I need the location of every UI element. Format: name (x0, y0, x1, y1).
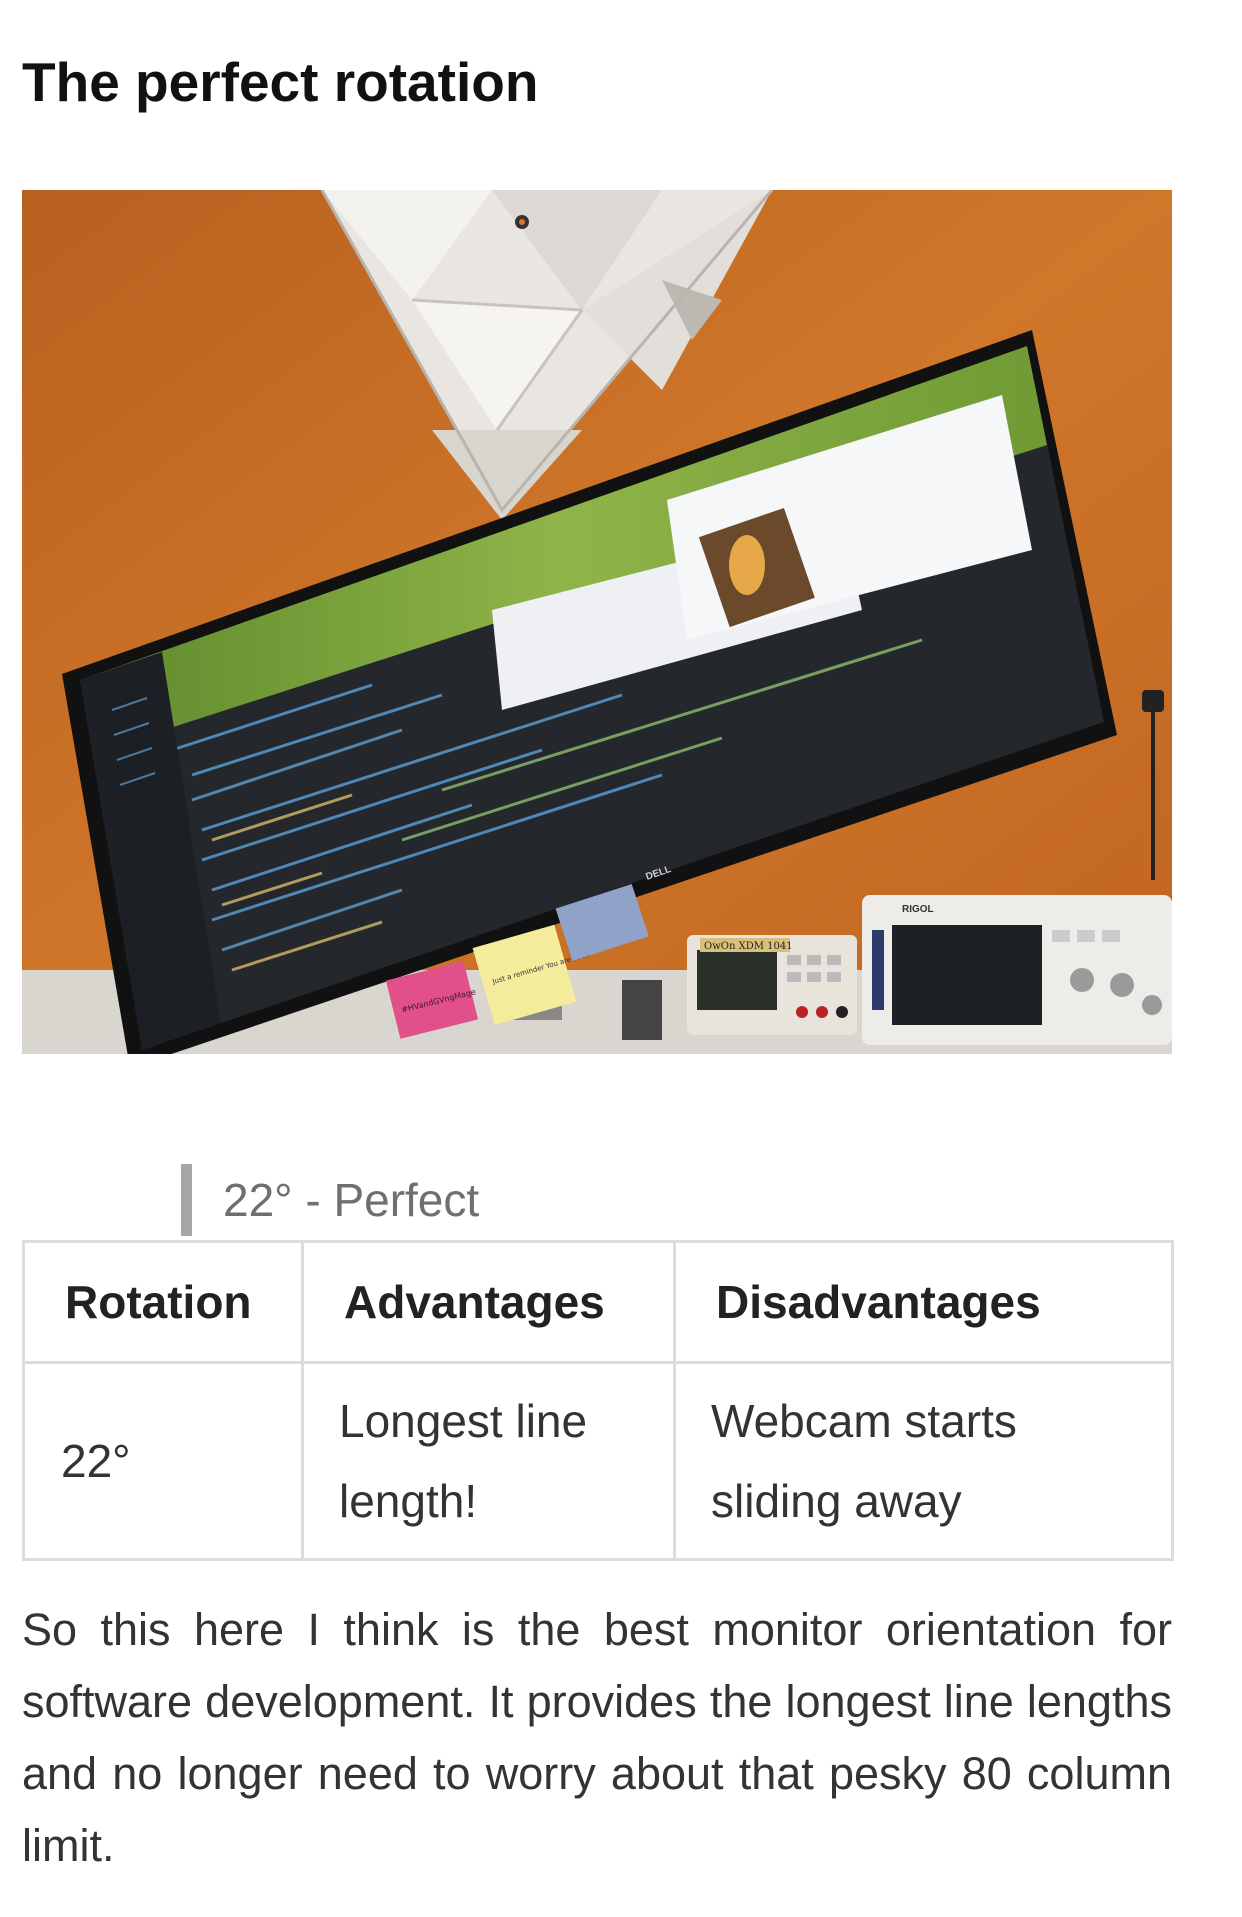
table-header-row: Rotation Advantages Disadvantages (22, 1240, 1174, 1364)
header-disadvantages: Disadvantages (673, 1240, 1174, 1364)
article: The perfect rotation OwOn XDM 1041 RIGOL… (0, 0, 1242, 1917)
monitor-photo-illustration: OwOn XDM 1041 RIGOL DELL #HVandGVngMage … (22, 190, 1172, 1054)
oscilloscope: RIGOL (862, 895, 1172, 1045)
comparison-table: Rotation Advantages Disadvantages 22° Lo… (22, 1240, 1174, 1561)
header-rotation: Rotation (22, 1240, 304, 1364)
multimeter: OwOn XDM 1041 (687, 935, 857, 1035)
image-caption: 22° - Perfect (181, 1164, 479, 1236)
body-paragraph: So this here I think is the best monitor… (22, 1604, 1172, 1871)
cell-rotation: 22° (22, 1361, 304, 1561)
caption-text: 22° - Perfect (223, 1174, 480, 1226)
header-advantages: Advantages (301, 1240, 676, 1364)
page-title: The perfect rotation (22, 51, 539, 113)
scope-label: RIGOL (902, 904, 934, 915)
cell-disadvantages: Webcam starts sliding away (673, 1361, 1174, 1561)
meter-label: OwOn XDM 1041 (704, 941, 793, 952)
monitor-photo: OwOn XDM 1041 RIGOL DELL #HVandGVngMage … (22, 190, 1172, 1054)
table-row: 22° Longest line length! Webcam starts s… (22, 1361, 1174, 1561)
cell-advantages: Longest line length! (301, 1361, 676, 1561)
